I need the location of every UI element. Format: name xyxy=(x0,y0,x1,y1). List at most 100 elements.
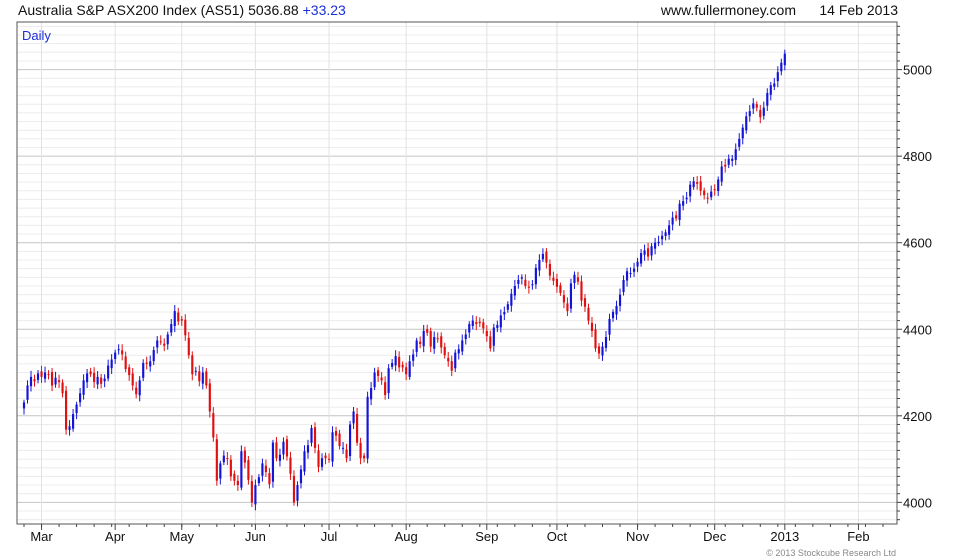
x-tick-label: Sep xyxy=(475,529,498,544)
candle-down xyxy=(675,215,678,219)
candle-down xyxy=(131,373,134,386)
y-tick-label: 4000 xyxy=(903,495,932,510)
candle-down xyxy=(208,383,211,412)
candle-down xyxy=(292,476,296,503)
copyright-notice: © 2013 Stockcube Research Ltd xyxy=(766,548,896,558)
candle-up xyxy=(611,311,615,319)
candle-down xyxy=(555,278,559,287)
candle-down xyxy=(755,104,758,108)
candle-up xyxy=(271,442,275,482)
candle-down xyxy=(243,450,246,463)
candle-up xyxy=(496,324,499,328)
candle-up xyxy=(468,324,471,333)
candle-up xyxy=(604,337,608,348)
candle-up xyxy=(194,370,197,372)
candle-up xyxy=(306,445,310,453)
candle-up xyxy=(373,372,376,388)
candle-down xyxy=(289,457,292,474)
candle-up xyxy=(654,242,657,249)
candle-down xyxy=(226,458,229,460)
candle-up xyxy=(506,304,509,310)
candle-down xyxy=(566,303,569,312)
candle-down xyxy=(313,427,317,448)
x-tick-label: Mar xyxy=(30,529,53,544)
candle-up xyxy=(75,404,78,414)
candle-up xyxy=(573,274,576,284)
candle-down xyxy=(713,189,716,191)
x-tick-label: Jun xyxy=(245,529,266,544)
candle-down xyxy=(89,371,92,375)
candle-up xyxy=(352,411,355,424)
candle-down xyxy=(485,330,488,337)
candle-down xyxy=(440,336,443,348)
candle-up xyxy=(299,469,303,484)
candle-down xyxy=(334,431,338,436)
candle-down xyxy=(562,295,566,303)
candle-up xyxy=(632,268,636,272)
x-tick-label: Nov xyxy=(626,529,650,544)
candle-up xyxy=(26,385,29,400)
candle-up xyxy=(661,235,664,240)
candle-up xyxy=(412,354,415,361)
candle-up xyxy=(517,279,520,284)
x-tick-label: Feb xyxy=(847,529,869,544)
candle-down xyxy=(590,322,594,331)
candle-up xyxy=(320,458,324,467)
candle-down xyxy=(583,298,587,307)
candle-down xyxy=(443,346,446,356)
candle-down xyxy=(552,277,555,281)
candle-down xyxy=(759,110,762,118)
candle-up xyxy=(366,396,369,459)
y-tick-label: 4200 xyxy=(903,409,932,424)
candle-down xyxy=(177,312,180,322)
candle-down xyxy=(61,382,64,394)
candle-up xyxy=(152,350,155,362)
candle-up xyxy=(636,261,639,267)
candle-up xyxy=(531,284,534,286)
candle-up xyxy=(731,158,734,161)
candle-up xyxy=(201,372,204,384)
candle-up xyxy=(331,432,334,462)
candle-up xyxy=(499,315,502,328)
candle-up xyxy=(727,158,730,165)
candle-up xyxy=(86,373,89,383)
candle-up xyxy=(394,356,397,366)
candle-down xyxy=(180,319,183,321)
candle-down xyxy=(489,336,492,349)
candle-up xyxy=(117,349,120,351)
candle-down xyxy=(384,382,387,396)
candle-up xyxy=(36,373,40,380)
candle-up xyxy=(310,427,313,443)
candle-up xyxy=(503,311,506,315)
x-tick-label: May xyxy=(169,529,194,544)
candle-down xyxy=(724,164,727,167)
candle-up xyxy=(752,103,755,109)
x-axis: Mar Apr May Jun Jul Aug Sep Oct Nov Dec 2013 Feb xyxy=(23,524,884,544)
candle-up xyxy=(254,485,257,505)
candle-up xyxy=(96,376,99,385)
candle-up xyxy=(22,402,26,409)
candle-up xyxy=(608,318,611,335)
candle-up xyxy=(156,340,159,348)
candle-up xyxy=(678,203,681,220)
candle-down xyxy=(524,279,527,286)
candle-up xyxy=(622,279,625,293)
candle-up xyxy=(625,271,629,281)
y-tick-label: 4800 xyxy=(903,149,932,164)
candle-up xyxy=(457,349,460,354)
candle-down xyxy=(327,458,331,460)
candle-up xyxy=(72,414,75,429)
candle-down xyxy=(247,460,250,480)
candle-up xyxy=(689,184,692,197)
candle-up xyxy=(149,361,152,367)
candle-down xyxy=(50,372,54,386)
candle-down xyxy=(478,321,481,324)
candle-down xyxy=(100,377,103,384)
candle-up xyxy=(303,451,306,472)
candle-up xyxy=(738,138,741,147)
candle-up xyxy=(643,250,646,255)
candle-up xyxy=(278,454,282,461)
candle-down xyxy=(324,455,327,459)
candle-up xyxy=(762,107,765,116)
candle-down xyxy=(215,439,218,481)
